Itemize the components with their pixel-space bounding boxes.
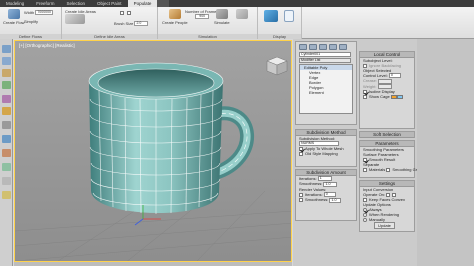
viewcube-icon[interactable] — [266, 56, 288, 76]
create-people-button[interactable]: Create People — [162, 9, 188, 25]
tab-extra[interactable] — [157, 0, 170, 7]
check-icon — [299, 147, 303, 152]
render-smoothness-row: Smoothness: 1.0 — [296, 197, 356, 203]
film-icon — [236, 9, 248, 19]
simulation-option-button[interactable] — [236, 9, 248, 20]
render-tool-icon[interactable] — [2, 149, 11, 157]
ribbon-tab-bar: Modeling Freeform Selection Object Paint… — [0, 0, 474, 7]
width-spinner[interactable]: 7000000 — [35, 10, 54, 16]
command-panel: Cylinder001 Modifier List Editable Poly … — [293, 39, 474, 266]
soft-selection-title[interactable]: Soft Selection — [360, 132, 414, 138]
old-style-mapping-checkbox[interactable]: Old Style Mapping — [296, 151, 356, 156]
cage-color-swatch-2[interactable] — [396, 95, 403, 100]
create-tab-icon[interactable] — [299, 44, 307, 50]
tab-freeform[interactable]: Freeform — [30, 0, 60, 7]
flow-icon — [7, 9, 20, 19]
brush-size-field[interactable]: Brush Size 2.0 — [114, 21, 149, 27]
group-simulation: Create People Number of Frames 900 Simul… — [158, 7, 258, 39]
modifier-list-dropdown[interactable]: Modifier List — [299, 57, 351, 63]
camera-tool-icon[interactable] — [2, 121, 11, 129]
hierarchy-tab-icon[interactable] — [319, 44, 327, 50]
idle-tool-icon[interactable] — [120, 10, 124, 15]
display-icon — [264, 10, 278, 22]
stack-item-element[interactable]: Element — [300, 90, 352, 95]
render-smoothness-spinner[interactable]: 1.0 — [329, 197, 342, 203]
frames-spinner[interactable]: 900 — [194, 14, 209, 20]
graph-tool-icon[interactable] — [2, 163, 11, 171]
tab-object-paint[interactable]: Object Paint — [91, 0, 128, 7]
tab-modeling[interactable]: Modeling — [0, 0, 30, 7]
idle-area-icon — [65, 14, 85, 24]
panel-tab-icons — [296, 42, 356, 52]
display-tab-icon[interactable] — [339, 44, 347, 50]
mug-model[interactable] — [15, 41, 292, 262]
paint-tool-icon[interactable] — [2, 95, 11, 103]
simulate-button[interactable]: Simulate — [214, 9, 230, 25]
move-tool-icon[interactable] — [2, 57, 11, 65]
display-option-button[interactable] — [284, 10, 294, 23]
scale-tool-icon[interactable] — [2, 81, 11, 89]
light-tool-icon[interactable] — [2, 107, 11, 115]
people-icon — [168, 9, 181, 19]
group-title-simulation: Simulation — [158, 34, 257, 39]
brush-size-spinner[interactable]: 2.0 — [134, 21, 149, 27]
settings-rollout: Settings Input Conversion Operate On: Ke… — [359, 180, 415, 232]
ribbon: Create Flow Width 7000000 Simplify Defin… — [0, 7, 474, 39]
width-field[interactable]: Width 7000000 — [24, 10, 54, 16]
materials-checkbox[interactable]: Materials Smoothing Groups — [360, 167, 426, 172]
group-define-idle-areas: Create Idle Areas Brush Size 2.0 Define … — [62, 7, 158, 39]
idle-area-tools[interactable] — [120, 10, 133, 15]
idle-tool-icon-2[interactable] — [127, 10, 132, 15]
material-tool-icon[interactable] — [2, 135, 11, 143]
group-define-flows: Create Flow Width 7000000 Simplify Defin… — [0, 7, 62, 39]
group-title-define-idle-areas: Define Idle Areas — [62, 34, 157, 39]
script-tool-icon[interactable] — [2, 191, 11, 199]
tab-selection[interactable]: Selection — [61, 0, 92, 7]
group-display: Display — [258, 7, 302, 39]
display-button[interactable] — [264, 10, 278, 23]
subdivision-amount-rollout: Subdivision Amount Iterations: 1 Smoothn… — [295, 169, 357, 221]
simplify-button[interactable]: Simplify — [24, 19, 38, 24]
modify-tab-icon[interactable] — [309, 44, 317, 50]
modify-panel: Cylinder001 Modifier List Editable Poly … — [295, 41, 357, 125]
ghost-icon — [284, 10, 294, 22]
tab-populate[interactable]: Populate — [127, 0, 158, 7]
motion-tab-icon[interactable] — [329, 44, 337, 50]
select-tool-icon[interactable] — [2, 45, 11, 53]
create-flow-button[interactable]: Create Flow — [3, 9, 25, 25]
ribbon-empty-area — [302, 7, 474, 39]
create-idle-areas-button[interactable]: Create Idle Areas — [65, 9, 96, 25]
show-cage-row[interactable]: Show Cage — [360, 94, 414, 99]
simulate-icon — [215, 9, 228, 19]
update-button[interactable]: Update — [374, 222, 395, 229]
left-toolbar — [0, 39, 13, 266]
local-control-rollout: Local Control Subobject Level: Ignore Ba… — [359, 51, 415, 129]
status-bar — [14, 262, 292, 266]
parameters-rollout: Parameters Smoothing Parameters Surface … — [359, 140, 426, 178]
rotate-tool-icon[interactable] — [2, 69, 11, 77]
panel-empty-area — [417, 39, 474, 266]
subdivision-method-rollout: Subdivision Method Subdivision Method: N… — [295, 129, 357, 167]
soft-selection-rollout: Soft Selection — [359, 131, 415, 138]
viewport-perspective[interactable]: [+] [Orthographic] [Realistic] — [14, 40, 292, 262]
modifier-stack[interactable]: Editable Poly Vertex Edge Border Polygon… — [299, 63, 353, 114]
layer-tool-icon[interactable] — [2, 177, 11, 185]
